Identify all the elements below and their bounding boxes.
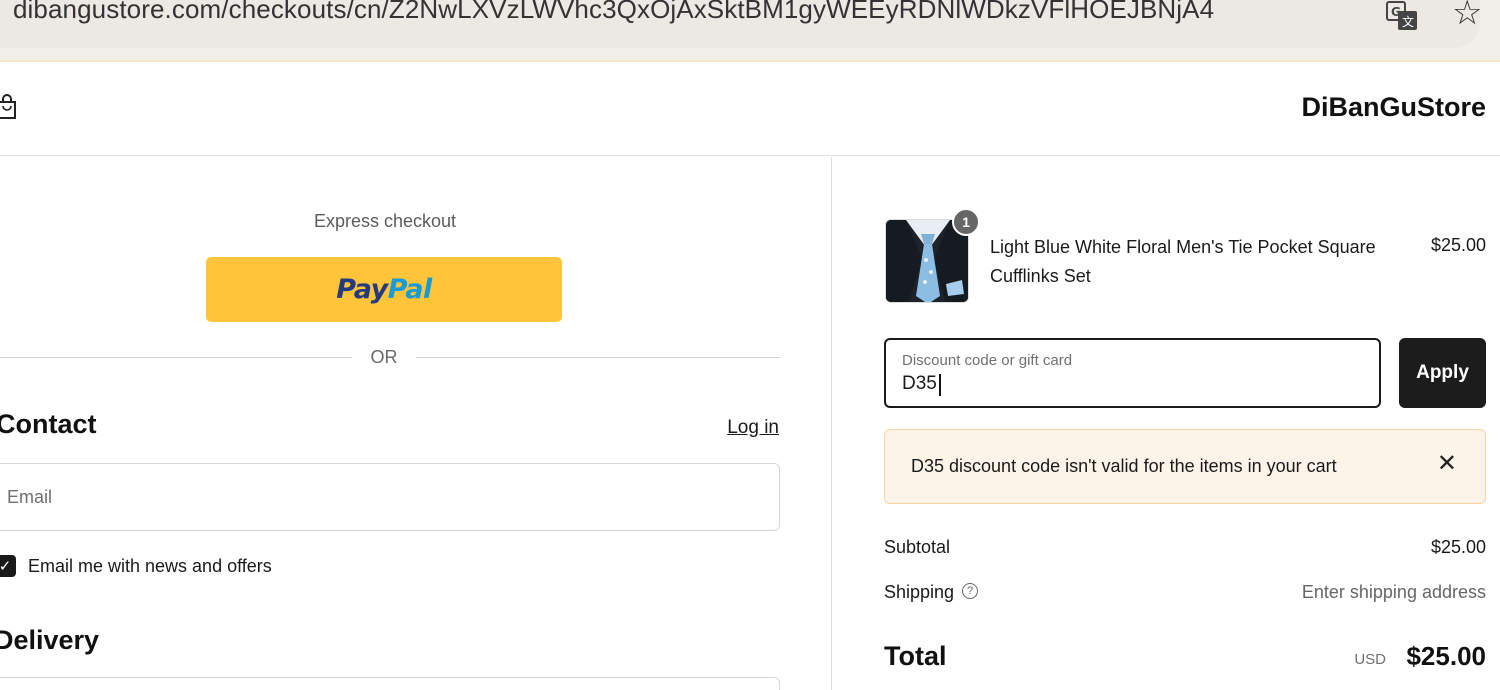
text-cursor: [939, 374, 941, 396]
subtotal-row: Subtotal $25.00: [884, 537, 1486, 563]
or-divider: OR: [0, 347, 780, 369]
apply-discount-button[interactable]: Apply: [1399, 338, 1486, 408]
paypal-button[interactable]: PayPal: [206, 257, 562, 322]
total-currency: USD: [1354, 651, 1386, 668]
url-text[interactable]: dibangustore.com/checkouts/cn/Z2NwLXVzLW…: [13, 0, 1214, 25]
contact-heading: Contact: [0, 409, 97, 439]
discount-error-message: D35 discount code isn't valid for the it…: [911, 456, 1337, 476]
quantity-badge: 1: [952, 208, 980, 236]
newsletter-label[interactable]: Email me with news and offers: [28, 556, 272, 577]
discount-code-input[interactable]: [902, 373, 1362, 395]
browser-toolbar: ʂ dibangustore.com/checkouts/cn/Z2NwLXVz…: [0, 0, 1500, 62]
express-checkout-label: Express checkout: [313, 211, 457, 231]
delivery-country-field[interactable]: [0, 677, 780, 690]
svg-text:文: 文: [1402, 14, 1414, 29]
subtotal-value: $25.00: [1430, 537, 1486, 557]
total-value: $25.00: [1406, 641, 1486, 671]
or-text: OR: [370, 347, 398, 367]
product-price: $25.00: [1430, 235, 1486, 255]
delivery-heading: Delivery: [0, 625, 100, 655]
shipping-value: Enter shipping address: [1301, 582, 1486, 602]
email-field[interactable]: [0, 463, 780, 531]
bookmark-star-icon[interactable]: ☆: [1452, 0, 1482, 30]
newsletter-checkbox[interactable]: ✓: [0, 555, 16, 577]
address-bar[interactable]: ʂ dibangustore.com/checkouts/cn/Z2NwLXVz…: [0, 0, 1480, 48]
checkout-form: Express checkout PayPal OR Contact Log i…: [0, 157, 832, 690]
subtotal-label: Subtotal: [884, 537, 951, 557]
divider-line: [416, 357, 780, 358]
login-link[interactable]: Log in: [727, 417, 779, 439]
help-icon[interactable]: ?: [962, 583, 979, 600]
discount-code-field[interactable]: Discount code or gift card: [884, 338, 1381, 408]
store-name[interactable]: DiBanGuStore: [1301, 92, 1486, 123]
paypal-logo: PayPal: [336, 274, 432, 305]
shopping-bag-icon[interactable]: [0, 94, 18, 120]
newsletter-option[interactable]: ✓ Email me with news and offers: [0, 553, 272, 579]
product-name: Light Blue White Floral Men's Tie Pocket…: [990, 237, 1376, 286]
shipping-row: Shipping? Enter shipping address: [884, 582, 1486, 608]
discount-field-label: Discount code or gift card: [902, 352, 1073, 369]
translate-icon[interactable]: G 文: [1385, 0, 1419, 32]
order-summary: 1 Light Blue White Floral Men's Tie Pock…: [833, 157, 1500, 690]
store-header: DiBanGuStore: [0, 64, 1500, 156]
discount-error-banner: D35 discount code isn't valid for the it…: [884, 429, 1486, 504]
total-label: Total: [884, 641, 947, 671]
divider-line: [0, 357, 352, 358]
shipping-label: Shipping: [884, 582, 955, 602]
close-icon[interactable]: ✕: [1437, 452, 1457, 476]
shipping-label-group: Shipping?: [884, 582, 979, 603]
